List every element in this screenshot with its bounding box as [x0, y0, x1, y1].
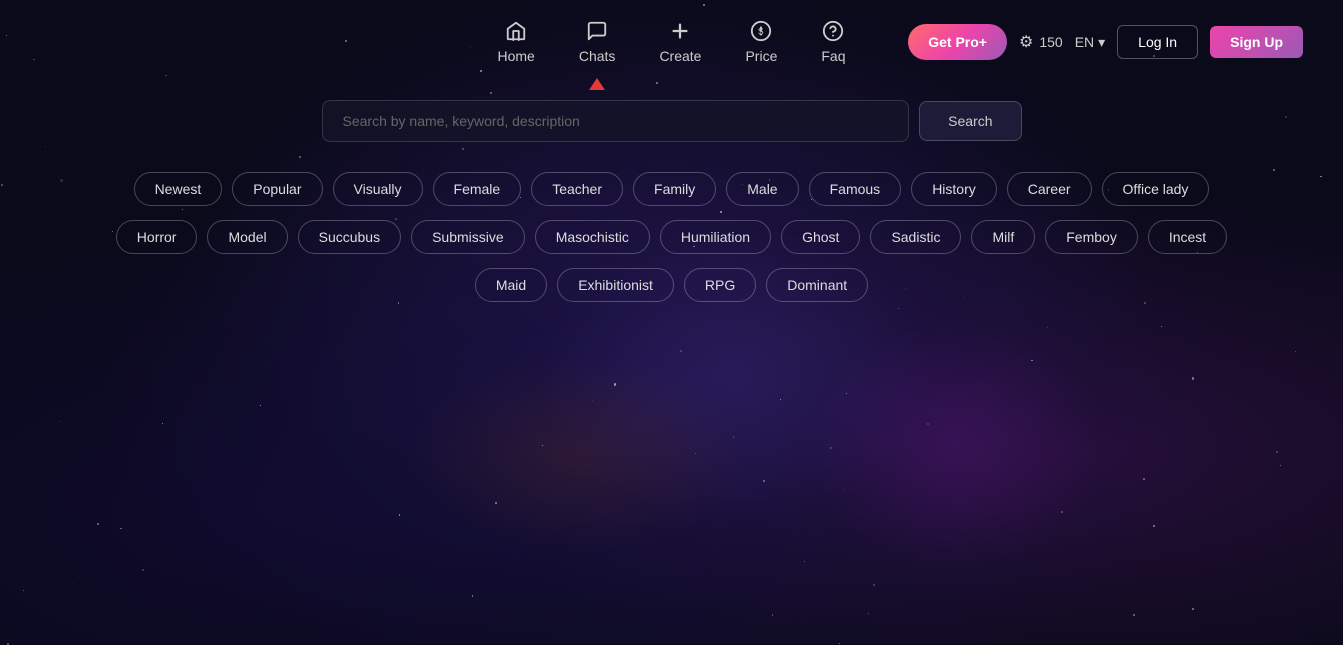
search-button[interactable]: Search [919, 101, 1021, 141]
signup-button[interactable]: Sign Up [1210, 26, 1303, 58]
nav-right: Get Pro+ ⚙ 150 EN ▾ Log In Sign Up [908, 24, 1303, 60]
tag-maid[interactable]: Maid [475, 268, 547, 302]
tag-masochistic[interactable]: Masochistic [535, 220, 650, 254]
tags-row-1: Newest Popular Visually Female Teacher Family… [134, 172, 1210, 206]
active-indicator [589, 78, 605, 90]
tag-milf[interactable]: Milf [971, 220, 1035, 254]
home-label: Home [498, 48, 535, 64]
faq-label: Faq [821, 48, 845, 64]
nav-home[interactable]: Home [480, 12, 553, 72]
tag-popular[interactable]: Popular [232, 172, 322, 206]
tag-incest[interactable]: Incest [1148, 220, 1227, 254]
home-icon [505, 20, 527, 46]
credits-value: 150 [1039, 34, 1062, 50]
price-label: Price [745, 48, 777, 64]
tag-office-lady[interactable]: Office lady [1102, 172, 1210, 206]
svg-text:$: $ [759, 27, 764, 37]
tag-male[interactable]: Male [726, 172, 798, 206]
tag-succubus[interactable]: Succubus [298, 220, 401, 254]
tags-row-2: Horror Model Succubus Submissive Masochistic… [116, 220, 1227, 254]
tag-family[interactable]: Family [633, 172, 716, 206]
tag-horror[interactable]: Horror [116, 220, 198, 254]
tag-humiliation[interactable]: Humiliation [660, 220, 771, 254]
language-selector[interactable]: EN ▾ [1075, 34, 1105, 51]
credits-display: ⚙ 150 [1019, 32, 1063, 52]
bg-glow-purple [806, 322, 1106, 572]
chats-icon [586, 20, 608, 46]
nav-chats[interactable]: Chats [561, 12, 634, 72]
tag-rpg[interactable]: RPG [684, 268, 756, 302]
tag-model[interactable]: Model [207, 220, 287, 254]
nav-create[interactable]: Create [641, 12, 719, 72]
tag-newest[interactable]: Newest [134, 172, 223, 206]
navbar: Home Chats Create [0, 0, 1343, 84]
tag-ghost[interactable]: Ghost [781, 220, 860, 254]
get-pro-button[interactable]: Get Pro+ [908, 24, 1007, 60]
tag-exhibitionist[interactable]: Exhibitionist [557, 268, 674, 302]
search-input[interactable] [322, 100, 910, 142]
chats-label: Chats [579, 48, 616, 64]
price-icon: $ [750, 20, 772, 46]
tags-section: Newest Popular Visually Female Teacher Family… [0, 172, 1343, 302]
credits-icon: ⚙ [1019, 32, 1033, 52]
tag-submissive[interactable]: Submissive [411, 220, 525, 254]
tag-visually[interactable]: Visually [333, 172, 423, 206]
tag-sadistic[interactable]: Sadistic [870, 220, 961, 254]
nav-center: Home Chats Create [480, 12, 864, 72]
tag-femboy[interactable]: Femboy [1045, 220, 1138, 254]
bg-glow-orange [403, 354, 753, 554]
tag-dominant[interactable]: Dominant [766, 268, 868, 302]
search-container: Search [322, 100, 1022, 142]
tag-history[interactable]: History [911, 172, 997, 206]
create-icon [669, 20, 691, 46]
tag-famous[interactable]: Famous [809, 172, 902, 206]
tag-career[interactable]: Career [1007, 172, 1092, 206]
faq-icon [822, 20, 844, 46]
lang-label: EN [1075, 34, 1094, 50]
tag-female[interactable]: Female [433, 172, 522, 206]
login-button[interactable]: Log In [1117, 25, 1198, 59]
tag-teacher[interactable]: Teacher [531, 172, 623, 206]
nav-price[interactable]: $ Price [727, 12, 795, 72]
tags-row-3: Maid Exhibitionist RPG Dominant [475, 268, 868, 302]
create-label: Create [659, 48, 701, 64]
chevron-down-icon: ▾ [1098, 34, 1105, 51]
nav-faq[interactable]: Faq [803, 12, 863, 72]
